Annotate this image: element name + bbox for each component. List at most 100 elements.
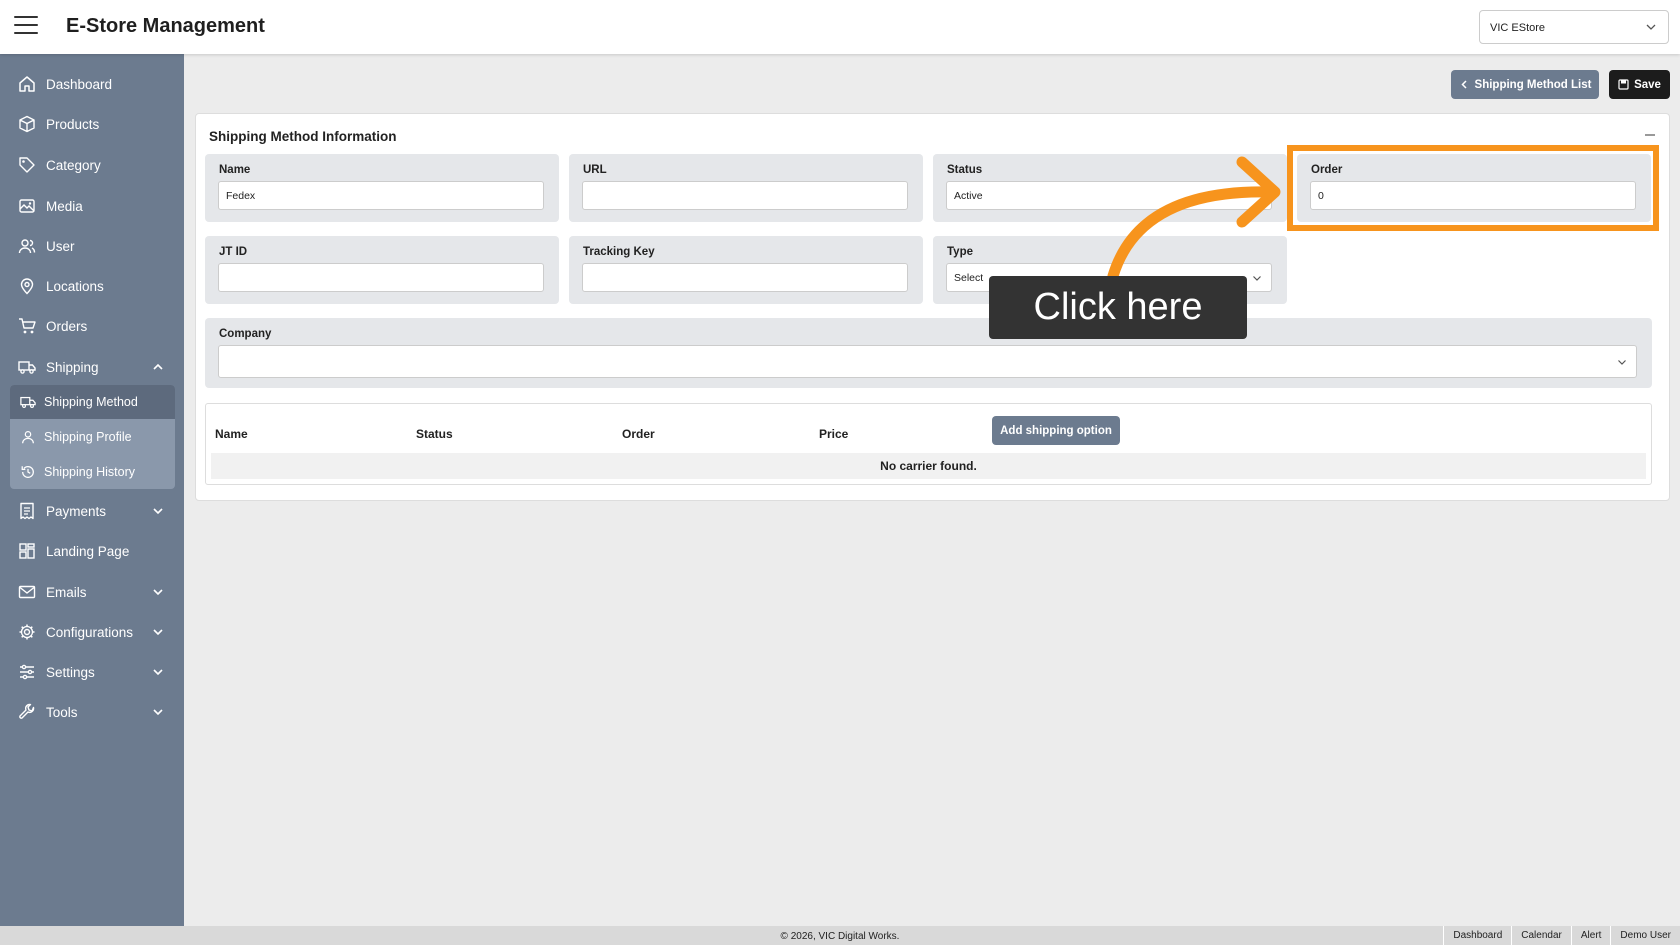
image-icon [19,199,35,213]
jt-id-input[interactable] [218,263,544,292]
order-input[interactable]: 0 [1310,181,1636,210]
company-label: Company [219,328,272,340]
company-group: Company [205,318,1652,388]
box-icon [19,115,35,133]
store-select[interactable]: VIC EStore [1479,10,1669,44]
status-group: Status Active [933,154,1287,222]
sidebar-item-payments[interactable]: Payments [10,493,175,529]
sidebar-item-label: Shipping [46,359,99,375]
chevron-down-icon [153,669,163,676]
shipping-submenu: Shipping Method Shipping Profile Shipping … [10,385,175,489]
url-group: URL [569,154,923,222]
mail-icon [18,585,36,599]
sidebar-subitem-shipping-method[interactable]: Shipping Method [10,385,175,419]
empty-message: No carrier found. [211,453,1646,479]
footer-link-calendar[interactable]: Calendar [1511,926,1571,945]
sliders-icon [20,664,34,680]
shipping-options-table: Name Status Order Price Add shipping opt… [205,403,1652,485]
jt-id-group: JT ID [205,236,559,304]
sidebar-item-locations[interactable]: Locations [10,268,175,304]
sidebar-item-emails[interactable]: Emails [10,574,175,610]
home-icon [19,76,35,92]
type-value: Select [954,272,984,284]
sidebar-item-label: Configurations [46,624,134,640]
sidebar-subitem-label: Shipping Profile [44,430,132,444]
url-label: URL [583,164,607,176]
footer-link-alert[interactable]: Alert [1570,926,1611,945]
order-group: Order 0 [1297,154,1651,222]
chevron-down-icon [153,589,163,596]
sidebar-item-user[interactable]: User [10,228,175,264]
sidebar-item-label: Media [46,198,83,214]
tag-icon [19,157,35,173]
sidebar-item-media[interactable]: Media [10,188,175,224]
column-header-price: Price [819,427,849,441]
column-header-order: Order [622,427,655,441]
sidebar-subitem-label: Shipping History [44,465,136,479]
jt-id-label: JT ID [219,246,248,258]
tracking-key-input[interactable] [582,263,908,292]
wrench-icon [19,703,35,719]
sidebar-item-label: Landing Page [46,543,130,559]
status-select[interactable]: Active [946,181,1272,210]
sidebar: Dashboard Products Category Media User Locati… [0,54,184,926]
click-here-callout: Click here [989,276,1247,339]
name-label: Name [219,164,251,176]
save-button[interactable]: Save [1609,70,1670,99]
url-input[interactable] [582,181,908,210]
sidebar-item-label: Products [46,116,100,132]
chevron-down-icon [1253,276,1261,281]
footer-link-user[interactable]: Demo User [1610,926,1680,945]
sidebar-item-label: Payments [46,503,107,519]
sidebar-item-label: Category [46,157,101,173]
sidebar-item-products[interactable]: Products [10,106,175,142]
app-title: E-Store Management [66,15,265,37]
sidebar-item-landing-page[interactable]: Landing Page [10,533,175,569]
users-icon [18,239,36,254]
sidebar-item-category[interactable]: Category [10,147,175,183]
name-value: Fedex [226,190,256,202]
sidebar-item-orders[interactable]: Orders [10,308,175,344]
map-pin-icon [20,278,34,295]
cart-icon [19,318,36,334]
copyright: © 2026, VIC Digital Works. [780,931,900,942]
sidebar-item-label: Locations [46,278,104,294]
chevron-down-icon [1618,360,1626,365]
cog-icon [19,624,35,640]
collapse-icon[interactable] [1645,134,1655,136]
sidebar-item-configurations[interactable]: Configurations [10,614,175,650]
type-label: Type [947,246,973,258]
add-shipping-option-button[interactable]: Add shipping option [992,416,1120,445]
company-select[interactable] [218,345,1637,378]
name-group: Name Fedex [205,154,559,222]
sidebar-subitem-shipping-profile[interactable]: Shipping Profile [10,420,175,454]
shipping-method-list-button[interactable]: Shipping Method List [1451,70,1599,99]
footer-link-dashboard[interactable]: Dashboard [1443,926,1511,945]
sidebar-item-label: User [46,238,75,254]
chevron-left-icon [1460,80,1467,89]
floppy-icon [1618,79,1629,90]
sidebar-item-label: Dashboard [46,76,113,92]
name-input[interactable]: Fedex [218,181,544,210]
status-value: Active [954,190,983,202]
sidebar-item-settings[interactable]: Settings [10,654,175,690]
column-header-name: Name [215,427,248,441]
sidebar-item-tools[interactable]: Tools [10,694,175,730]
chevron-down-icon [153,508,163,515]
chevron-up-icon [153,363,163,370]
sidebar-subitem-shipping-history[interactable]: Shipping History [10,455,175,489]
card-title: Shipping Method Information [209,129,397,144]
shipping-method-card: Shipping Method Information Name Fedex U… [195,113,1670,501]
sidebar-item-label: Settings [46,664,95,680]
status-label: Status [947,164,983,176]
sidebar-item-shipping[interactable]: Shipping [10,349,175,385]
history-icon [21,466,34,478]
layout-icon [19,543,35,559]
sidebar-item-label: Emails [46,584,87,600]
save-label: Save [1634,78,1661,91]
menu-icon[interactable] [14,16,38,36]
shipping-method-list-label: Shipping Method List [1474,78,1592,91]
person-icon [22,431,34,444]
sidebar-item-dashboard[interactable]: Dashboard [10,66,175,102]
column-header-status: Status [416,427,453,441]
